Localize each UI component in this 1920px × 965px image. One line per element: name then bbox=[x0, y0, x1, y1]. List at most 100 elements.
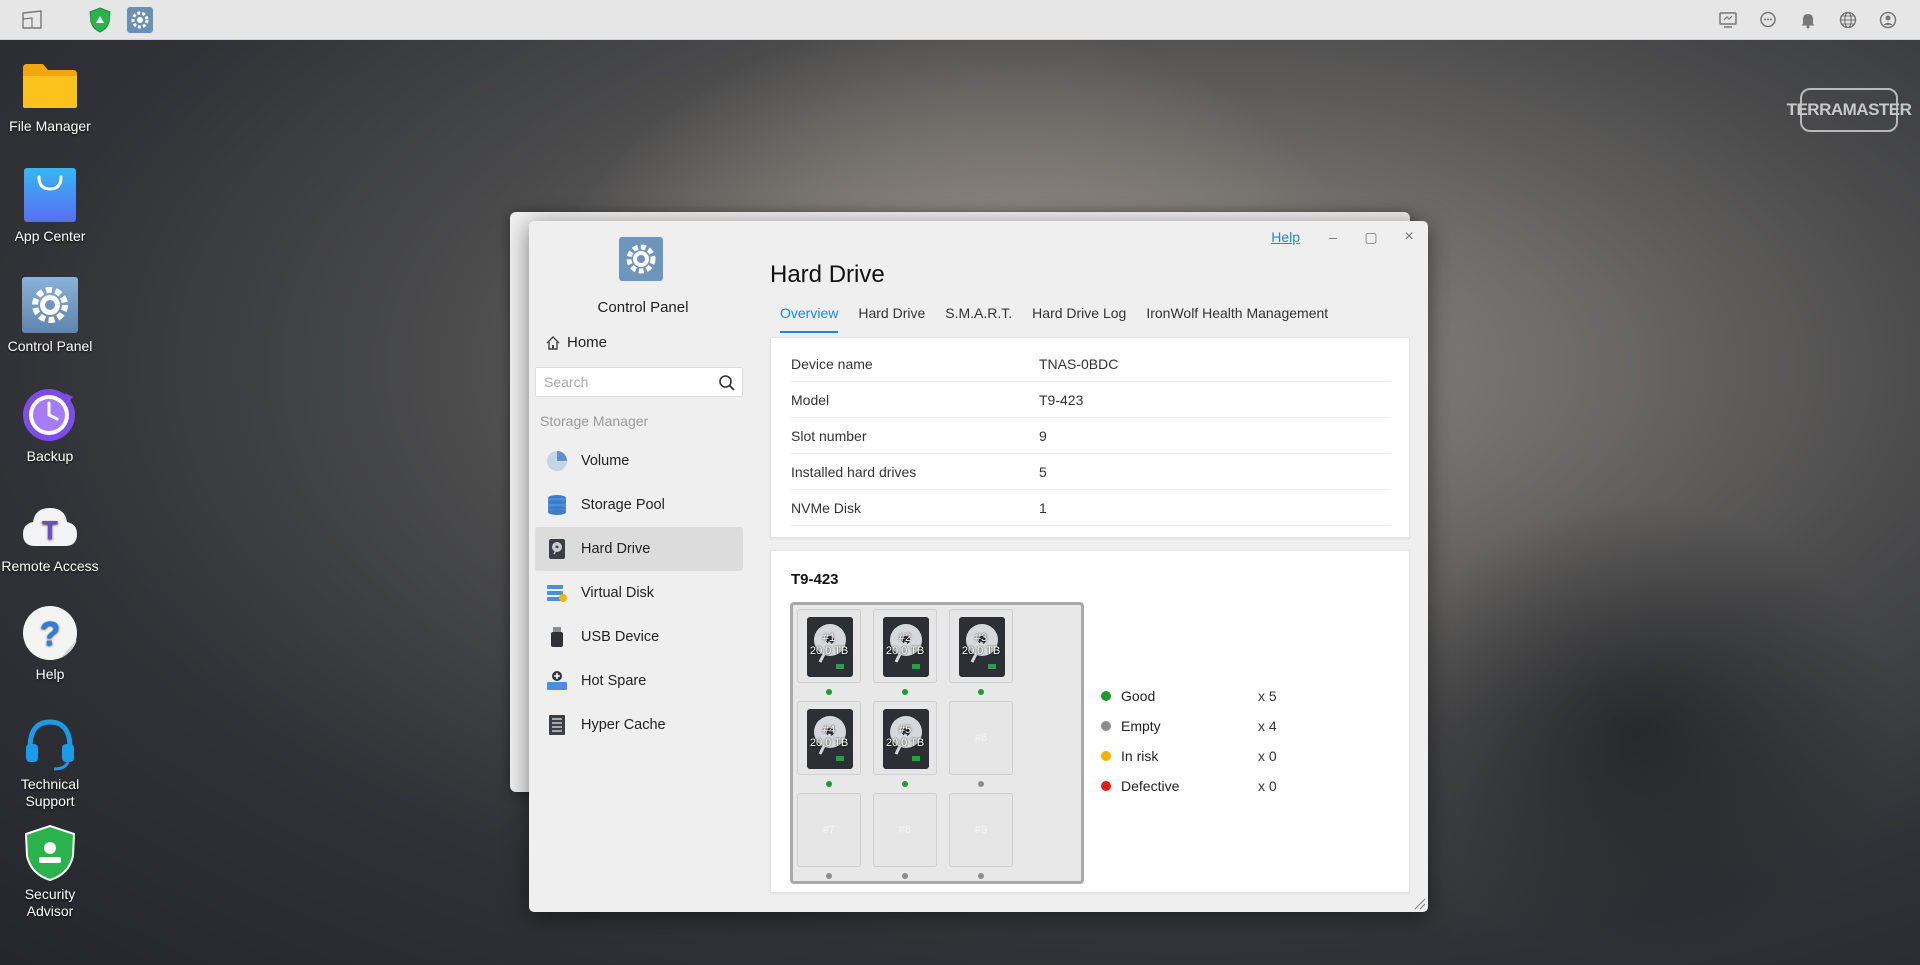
device-info-card: Device name TNAS-0BDC Model T9-423 Slot … bbox=[770, 337, 1410, 538]
monitor-button[interactable] bbox=[1708, 0, 1748, 40]
sidebar-item-hard-drive[interactable]: Hard Drive bbox=[535, 527, 743, 571]
desktop-icon-file-manager[interactable]: File Manager bbox=[0, 56, 100, 135]
status-dot bbox=[1101, 781, 1111, 791]
legend-row-defective: Defective x 0 bbox=[1101, 771, 1361, 801]
sidebar-item-hot-spare[interactable]: Hot Spare bbox=[535, 659, 743, 703]
question-icon: ? bbox=[23, 606, 77, 660]
slot-id: #7 bbox=[822, 824, 836, 836]
section-label-storage-manager: Storage Manager bbox=[540, 413, 649, 429]
main-content: Hard Drive Overview Hard Drive S.M.A.R.T… bbox=[770, 221, 1428, 912]
shield-icon bbox=[24, 824, 76, 882]
home-link[interactable]: Home bbox=[545, 334, 607, 351]
search-icon[interactable] bbox=[718, 374, 736, 392]
legend-row-in-risk: In risk x 0 bbox=[1101, 741, 1361, 771]
info-row-slot-number: Slot number 9 bbox=[791, 418, 1391, 454]
desktop-icon-label: App Center bbox=[14, 228, 86, 244]
device-diagram-card: T9-423 #1 20.0 TB #2 20.0 TB #3 20.0 TB #4 20.0… bbox=[770, 550, 1410, 893]
chat-icon bbox=[1760, 11, 1776, 28]
gear-icon bbox=[22, 277, 78, 333]
desktop-icon-label: Backup bbox=[26, 448, 74, 464]
drive-slot[interactable]: #8 bbox=[873, 793, 937, 867]
legend-label: In risk bbox=[1121, 748, 1159, 764]
svg-text:?: ? bbox=[40, 615, 61, 653]
shopping-bag-icon bbox=[24, 168, 76, 222]
home-label: Home bbox=[567, 334, 608, 351]
desktop-icon-backup[interactable]: Backup bbox=[0, 386, 100, 465]
page-title: Hard Drive bbox=[770, 261, 885, 288]
gear-icon bbox=[127, 6, 153, 33]
slot-status-led bbox=[978, 689, 984, 695]
drive-slot[interactable]: #4 20.0 TB bbox=[797, 701, 861, 775]
sidebar-item-label: USB Device bbox=[581, 629, 660, 645]
legend-row-good: Good x 5 bbox=[1101, 681, 1361, 711]
info-key: Device name bbox=[791, 355, 873, 372]
control-panel-window: Help – ▢ × Control Panel Home Storage Ma… bbox=[529, 221, 1428, 912]
drive-slot[interactable]: #7 bbox=[797, 793, 861, 867]
drive-slot[interactable]: #9 bbox=[949, 793, 1013, 867]
desktop-icon-security-advisor[interactable]: Security Advisor bbox=[0, 824, 100, 920]
desktop-icon-technical-support[interactable]: Technical Support bbox=[0, 714, 100, 810]
info-key: Model bbox=[791, 391, 830, 408]
usb-icon bbox=[551, 627, 563, 647]
resize-handle-icon[interactable] bbox=[1412, 896, 1426, 910]
globe-icon bbox=[1839, 11, 1857, 29]
sidebar-item-usb-device[interactable]: USB Device bbox=[535, 615, 743, 659]
legend-label: Defective bbox=[1121, 778, 1180, 794]
drive-slot[interactable]: #3 20.0 TB bbox=[949, 609, 1013, 683]
desktop-icon-app-center[interactable]: App Center bbox=[0, 166, 100, 245]
language-button[interactable] bbox=[1828, 0, 1868, 40]
info-value: 5 bbox=[1039, 463, 1047, 480]
info-row-device-name: Device name TNAS-0BDC bbox=[791, 346, 1391, 382]
info-key: Slot number bbox=[791, 427, 867, 444]
slot-id: #3 bbox=[974, 632, 988, 644]
tab-smart[interactable]: S.M.A.R.T. bbox=[935, 305, 1022, 333]
taskbar-control-panel[interactable] bbox=[120, 0, 160, 40]
slot-status-led bbox=[902, 873, 908, 879]
messages-button[interactable] bbox=[1748, 0, 1788, 40]
sidebar-item-storage-pool[interactable]: Storage Pool bbox=[535, 483, 743, 527]
sidebar-item-hyper-cache[interactable]: Hyper Cache bbox=[535, 703, 743, 747]
drive-slot[interactable]: #2 20.0 TB bbox=[873, 609, 937, 683]
legend-count: x 4 bbox=[1258, 718, 1277, 734]
folder-icon bbox=[23, 64, 77, 108]
shield-icon bbox=[89, 6, 111, 33]
legend-row-empty: Empty x 4 bbox=[1101, 711, 1361, 741]
drive-slot[interactable]: #6 bbox=[949, 701, 1013, 775]
drive-slot[interactable]: #1 20.0 TB bbox=[797, 609, 861, 683]
sidebar-item-label: Volume bbox=[581, 453, 630, 469]
info-value: 1 bbox=[1039, 499, 1047, 516]
notifications-button[interactable] bbox=[1788, 0, 1828, 40]
slot-status-led bbox=[978, 781, 984, 787]
desktop-icon-remote-access[interactable]: T Remote Access bbox=[0, 496, 100, 575]
drive-slot[interactable]: #5 20.0 TB bbox=[873, 701, 937, 775]
tab-hard-drive[interactable]: Hard Drive bbox=[848, 305, 935, 333]
drive-status-legend: Good x 5 Empty x 4 In risk x 0 Defective… bbox=[1101, 681, 1361, 801]
slot-id: #4 bbox=[822, 724, 836, 736]
slot-capacity: 20.0 TB bbox=[809, 645, 849, 657]
monitor-icon bbox=[1719, 12, 1737, 28]
info-value: 9 bbox=[1039, 427, 1047, 444]
user-button[interactable] bbox=[1868, 0, 1908, 40]
taskbar-security-advisor[interactable] bbox=[80, 0, 120, 40]
desktop-icon-label: Help bbox=[35, 666, 65, 682]
search-input[interactable] bbox=[536, 368, 706, 396]
status-dot bbox=[1101, 691, 1111, 701]
desktop-icon-help[interactable]: ? Help bbox=[0, 604, 100, 683]
show-desktop-button[interactable] bbox=[12, 0, 52, 40]
tab-ironwolf-health[interactable]: IronWolf Health Management bbox=[1136, 305, 1338, 333]
sidebar-item-volume[interactable]: Volume bbox=[535, 439, 743, 483]
slot-id: #8 bbox=[898, 824, 912, 836]
tab-hard-drive-log[interactable]: Hard Drive Log bbox=[1022, 305, 1136, 333]
nas-chassis: #1 20.0 TB #2 20.0 TB #3 20.0 TB #4 20.0 TB #5 20… bbox=[790, 602, 1084, 884]
tab-overview[interactable]: Overview bbox=[770, 305, 848, 333]
brand-logo-text: TERRAMASTER bbox=[1786, 100, 1912, 119]
slot-id: #9 bbox=[974, 824, 988, 836]
slot-status-led bbox=[826, 689, 832, 695]
slot-status-led bbox=[826, 781, 832, 787]
headset-icon bbox=[26, 719, 74, 771]
desktop-icon-control-panel[interactable]: Control Panel bbox=[0, 276, 100, 355]
hard-drive-icon bbox=[549, 539, 565, 559]
desktop-icon-label: Remote Access bbox=[1, 558, 99, 574]
virtual-disk-icon bbox=[547, 585, 567, 602]
sidebar-item-virtual-disk[interactable]: Virtual Disk bbox=[535, 571, 743, 615]
